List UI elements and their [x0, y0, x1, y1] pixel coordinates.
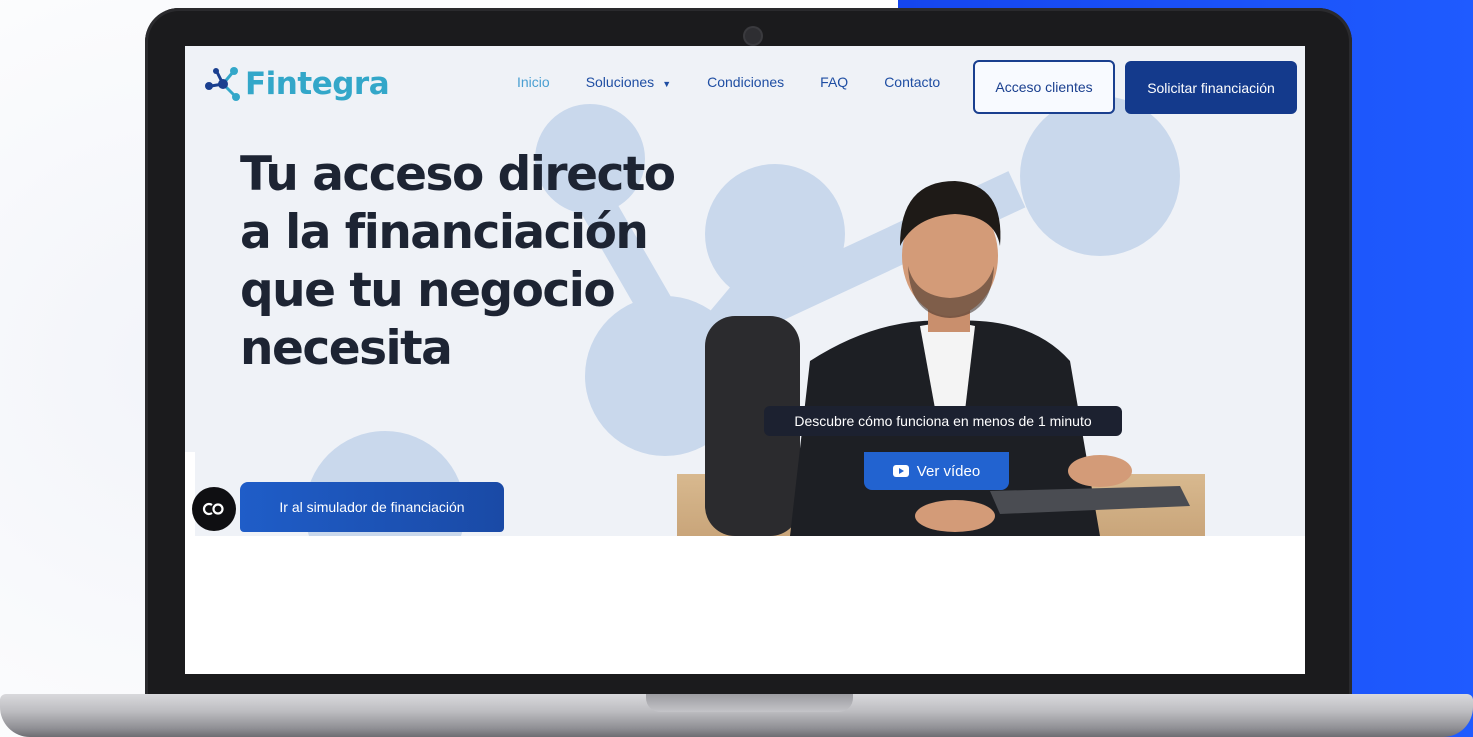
- screen-edge: [185, 452, 195, 536]
- main-nav: Inicio Soluciones ▼ Condiciones FAQ Conta…: [517, 74, 976, 90]
- apply-financing-button[interactable]: Solicitar financiación: [1125, 61, 1297, 114]
- hero-headline: Tu acceso directo a la financiación que …: [240, 147, 676, 376]
- nav-item-inicio[interactable]: Inicio: [517, 74, 550, 90]
- simulator-button[interactable]: Ir al simulador de financiación: [240, 482, 504, 532]
- nav-item-soluciones[interactable]: Soluciones ▼: [586, 74, 671, 90]
- watch-video-button[interactable]: Ver vídeo: [864, 452, 1009, 490]
- laptop-screen: Fintegra Inicio Soluciones ▼ Condiciones …: [185, 46, 1305, 674]
- nav-item-faq[interactable]: FAQ: [820, 74, 848, 90]
- youtube-play-icon: [892, 465, 909, 477]
- client-access-button[interactable]: Acceso clientes: [973, 60, 1115, 114]
- closed-captions-icon: [202, 502, 224, 516]
- video-tooltip: Descubre cómo funciona en menos de 1 min…: [764, 406, 1122, 436]
- chevron-down-icon: ▼: [662, 79, 672, 89]
- brand-logo[interactable]: Fintegra: [203, 62, 390, 106]
- closed-captions-button[interactable]: [192, 487, 236, 531]
- laptop-notch: [646, 694, 853, 712]
- nav-item-label: Soluciones: [585, 74, 655, 90]
- watch-video-label: Ver vídeo: [916, 462, 981, 480]
- nav-item-condiciones[interactable]: Condiciones: [707, 74, 784, 90]
- nav-item-contacto[interactable]: Contacto: [884, 74, 940, 90]
- brand-name: Fintegra: [245, 66, 390, 102]
- webcam-icon: [745, 28, 761, 44]
- hero-section: Fintegra Inicio Soluciones ▼ Condiciones …: [185, 46, 1305, 536]
- fintegra-logo-icon: [203, 64, 243, 104]
